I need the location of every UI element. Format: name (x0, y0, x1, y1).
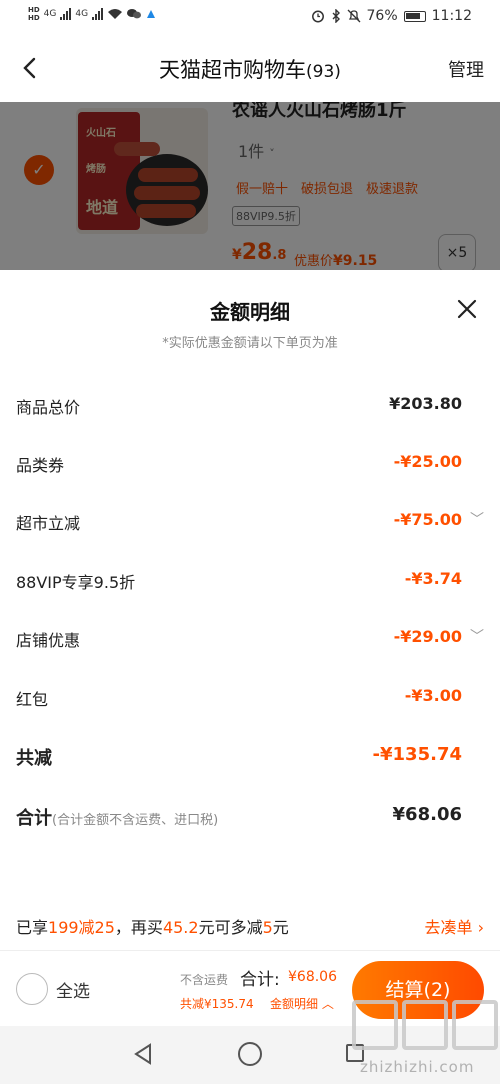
signal-icon-2 (92, 8, 104, 20)
cart-item: ✓ 火山石 烤肠 地道 农谣人火山石烤肠1斤 1件 ˅ 假一赔十 破损包退 极速… (0, 102, 500, 270)
nav-back-icon[interactable] (132, 1042, 154, 1066)
battery-percent: 76% (366, 8, 398, 24)
status-left: HD HD 4G 4G (28, 6, 157, 22)
price-detail-toggle[interactable]: 金额明细 ︿ (270, 995, 334, 1012)
row-total-saved: 共减 -¥135.74 (16, 744, 462, 769)
row-vip-discount: 88VIP专享9.5折 -¥3.74 (16, 569, 462, 592)
wifi-icon (108, 9, 123, 19)
tag: 假一赔十 (236, 182, 289, 197)
sheet-title: 金额明细 (210, 300, 290, 324)
chevron-down-icon[interactable]: ﹀ (470, 626, 484, 646)
clock: 11:12 (431, 8, 472, 24)
select-all-label[interactable]: 全选 (56, 977, 90, 1002)
hd-indicator: HD HD (28, 6, 40, 22)
product-title[interactable]: 农谣人火山石烤肠1斤 (232, 102, 407, 122)
row-supermarket-discount[interactable]: 超市立减 -¥75.00 ﹀ (0, 504, 500, 538)
mute-icon (347, 9, 360, 23)
sheet-subtitle: *实际优惠金额请以下单页为准 (162, 336, 338, 351)
nav-home-icon[interactable] (238, 1042, 262, 1066)
row-grand-total: 合计(合计金额不含运费、进口税) ¥68.06 (16, 804, 462, 829)
network-label-1: 4G (43, 9, 57, 19)
app-notification-icon (147, 10, 156, 18)
saved-amount: 共减¥135.74 (180, 997, 254, 1011)
close-icon[interactable] (456, 298, 478, 320)
tag: 极速退款 (366, 182, 419, 197)
item-count-badge[interactable]: ×5 (438, 234, 476, 270)
select-all-checkbox[interactable] (16, 973, 48, 1005)
add-on-link[interactable]: 去凑单 › (425, 914, 485, 938)
row-goods-total: 商品总价 ¥203.80 (16, 394, 462, 417)
signal-icon (60, 8, 72, 20)
row-red-packet: 红包 -¥3.00 (16, 686, 462, 709)
product-image[interactable]: 火山石 烤肠 地道 (76, 108, 208, 234)
alarm-icon (311, 10, 324, 23)
total-label: 合计: (240, 970, 280, 990)
chevron-down-icon[interactable]: ﹀ (470, 509, 484, 529)
discount-price: 优惠价¥9.15 (294, 253, 378, 269)
page-title: 天猫超市购物车(93) (159, 58, 341, 82)
vip-badge: 88VIP9.5折 (232, 206, 300, 226)
header: 天猫超市购物车(93) 管理 (0, 34, 500, 102)
battery-icon (403, 10, 426, 22)
chevron-down-icon: ˅ (269, 147, 275, 160)
promo-text: 已享199减25，再买45.2元可多减5元 (16, 918, 289, 937)
quantity-selector[interactable]: 1件 ˅ (238, 138, 275, 162)
product-price: ¥28.8 (232, 240, 287, 265)
total-note: (合计金额不含运费、进口税) (52, 813, 219, 828)
row-store-discount[interactable]: 店铺优惠 -¥29.00 ﹀ (0, 621, 500, 655)
bluetooth-icon (332, 9, 340, 23)
total-amount: ¥68.06 (288, 969, 337, 985)
tag: 破损包退 (301, 182, 354, 197)
row-category-coupon: 品类券 -¥25.00 (16, 452, 462, 475)
item-checkbox-checked[interactable]: ✓ (24, 155, 54, 185)
wechat-icon (127, 9, 142, 19)
no-shipping-note: 不含运费 (180, 973, 229, 987)
manage-button[interactable]: 管理 (448, 56, 484, 82)
site-watermark: zhizhizhi.com (348, 1000, 500, 1084)
cart-count: (93) (306, 62, 341, 82)
status-right: 76% 11:12 (311, 8, 472, 24)
status-bar: HD HD 4G 4G 76% 11:12 (0, 0, 500, 34)
price-detail-sheet: 金额明细 *实际优惠金额请以下单页为准 商品总价 ¥203.80 品类券 -¥2… (0, 270, 500, 950)
network-label-2: 4G (75, 9, 89, 19)
service-tags: 假一赔十 破损包退 极速退款 (236, 178, 418, 197)
promo-banner: 已享199减25，再买45.2元可多减5元 去凑单 › (0, 908, 500, 946)
